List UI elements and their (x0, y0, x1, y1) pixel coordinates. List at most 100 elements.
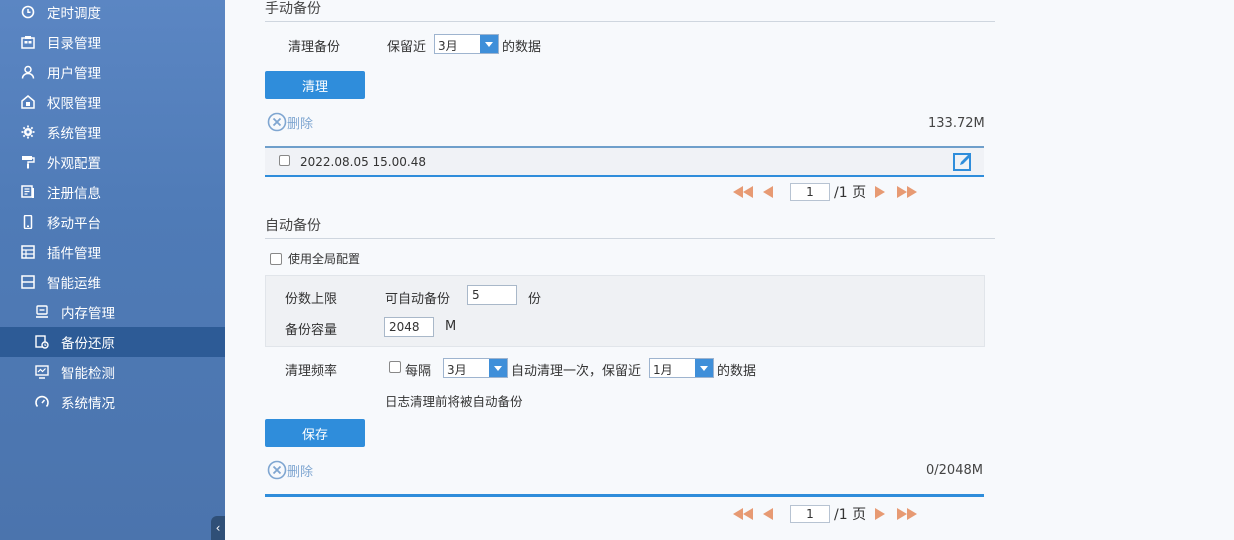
keep-prefix-label: 保留近 (387, 40, 427, 55)
delete-label: 删除 (287, 464, 314, 480)
chevron-down-icon[interactable] (695, 359, 713, 377)
clean-backup-label: 清理备份 (288, 40, 341, 55)
backup-icon (34, 334, 50, 350)
sidebar-item-users[interactable]: 用户管理 (0, 57, 225, 87)
sidebar-item-register[interactable]: 注册信息 (0, 177, 225, 207)
save-button[interactable]: 保存 (265, 419, 365, 447)
use-global-config[interactable]: 使用全局配置 (270, 250, 360, 267)
divider (265, 21, 995, 22)
count-limit-label: 份数上限 (285, 292, 338, 307)
select-value: 3月 (438, 39, 458, 53)
use-global-checkbox[interactable] (270, 252, 282, 265)
chevron-down-icon[interactable] (489, 359, 507, 377)
manual-pager: 1 /1 页 (733, 182, 918, 202)
prev-page-button[interactable] (763, 508, 773, 520)
auto-backup-title: 自动备份 (265, 218, 321, 234)
keep-period-select[interactable]: 3月 (434, 34, 499, 54)
sidebar: 定时调度 目录管理 用户管理 权限管理 系统管理 外观配置 注册信息 移动平台 … (0, 0, 225, 540)
sidebar-item-appearance[interactable]: 外观配置 (0, 147, 225, 177)
sidebar-item-label: 内存管理 (61, 306, 115, 322)
backup-list: 2022.08.05 15.00.48 (265, 146, 984, 177)
page-number-input[interactable]: 1 (790, 505, 830, 523)
gear-icon (20, 124, 36, 140)
delete-button[interactable]: 删除 (267, 460, 313, 480)
capacity-input[interactable]: 2048 (384, 317, 434, 337)
clean-frequency-label: 清理频率 (285, 364, 338, 379)
ops-icon (20, 274, 36, 290)
sidebar-item-label: 移动平台 (47, 216, 101, 232)
count-unit-label: 份 (528, 292, 542, 307)
every-label: 每隔 (405, 364, 432, 379)
register-icon (20, 184, 36, 200)
sidebar-item-plugins[interactable]: 插件管理 (0, 237, 225, 267)
sidebar-item-label: 智能运维 (47, 276, 101, 292)
sidebar-collapse-button[interactable]: ‹ (211, 516, 225, 540)
prev-page-button[interactable] (763, 186, 773, 198)
keep-suffix-label: 的数据 (502, 40, 542, 55)
auto-clean-text: 自动清理一次，保留近 (511, 364, 642, 379)
user-icon (20, 64, 36, 80)
sidebar-item-label: 系统情况 (61, 396, 115, 412)
count-prefix-label: 可自动备份 (385, 292, 451, 307)
keep-period-select-auto[interactable]: 1月 (649, 358, 714, 378)
count-limit-input[interactable]: 5 (467, 285, 517, 305)
memory-icon (34, 304, 50, 320)
next-page-button[interactable] (875, 508, 886, 520)
keep-suffix-label: 的数据 (717, 364, 757, 379)
every-period-select[interactable]: 3月 (443, 358, 508, 378)
plugin-icon (20, 244, 36, 260)
sidebar-item-backup[interactable]: 备份还原 (0, 327, 225, 357)
next-page-button[interactable] (875, 186, 886, 198)
delete-button[interactable]: 删除 (267, 112, 313, 132)
delete-circle-icon (267, 460, 287, 480)
page-total-label: /1 页 (834, 185, 867, 201)
sidebar-item-label: 插件管理 (47, 246, 101, 262)
auto-pager: 1 /1 页 (733, 504, 918, 524)
sidebar-item-label: 用户管理 (47, 66, 101, 82)
divider (265, 238, 995, 239)
auto-settings-panel (265, 275, 985, 347)
sidebar-item-label: 备份还原 (61, 336, 115, 352)
monitor-icon (34, 364, 50, 380)
first-page-button[interactable] (733, 508, 753, 520)
last-page-button[interactable] (897, 508, 918, 520)
sidebar-item-system[interactable]: 系统管理 (0, 117, 225, 147)
clock-icon (20, 4, 36, 20)
sidebar-item-catalog[interactable]: 目录管理 (0, 27, 225, 57)
gauge-icon (34, 394, 50, 410)
chevron-left-icon: ‹ (215, 521, 221, 535)
sidebar-item-memory[interactable]: 内存管理 (0, 297, 225, 327)
manual-total-size: 133.72M (928, 116, 985, 131)
page-number-input[interactable]: 1 (790, 183, 830, 201)
sidebar-item-ops[interactable]: 智能运维 (0, 267, 225, 297)
first-page-button[interactable] (733, 186, 753, 198)
sidebar-item-mobile[interactable]: 移动平台 (0, 207, 225, 237)
sidebar-item-system-status[interactable]: 系统情况 (0, 387, 225, 417)
paint-roller-icon (20, 154, 36, 170)
clean-button[interactable]: 清理 (265, 71, 365, 99)
use-global-label: 使用全局配置 (288, 252, 361, 266)
edit-icon[interactable] (952, 151, 974, 177)
sidebar-item-label: 系统管理 (47, 126, 101, 142)
auto-backup-list (265, 494, 984, 497)
manual-backup-title: 手动备份 (265, 1, 321, 17)
last-page-button[interactable] (897, 186, 918, 198)
sidebar-item-schedule[interactable]: 定时调度 (0, 0, 225, 27)
sidebar-item-label: 外观配置 (47, 156, 101, 172)
every-checkbox[interactable] (389, 361, 401, 377)
sidebar-item-detection[interactable]: 智能检测 (0, 357, 225, 387)
sidebar-item-permissions[interactable]: 权限管理 (0, 87, 225, 117)
capacity-label: 备份容量 (285, 323, 338, 338)
delete-circle-icon (267, 112, 287, 132)
permission-icon (20, 94, 36, 110)
select-value: 1月 (653, 363, 673, 377)
folder-grid-icon (20, 34, 36, 50)
capacity-unit-label: M (445, 319, 457, 334)
sidebar-item-label: 目录管理 (47, 36, 101, 52)
row-checkbox[interactable] (279, 155, 290, 166)
chevron-down-icon[interactable] (480, 35, 498, 53)
select-value: 3月 (447, 363, 467, 377)
delete-label: 删除 (287, 116, 314, 132)
backup-note: 日志清理前将被自动备份 (385, 394, 523, 409)
auto-usage: 0/2048M (926, 463, 983, 478)
